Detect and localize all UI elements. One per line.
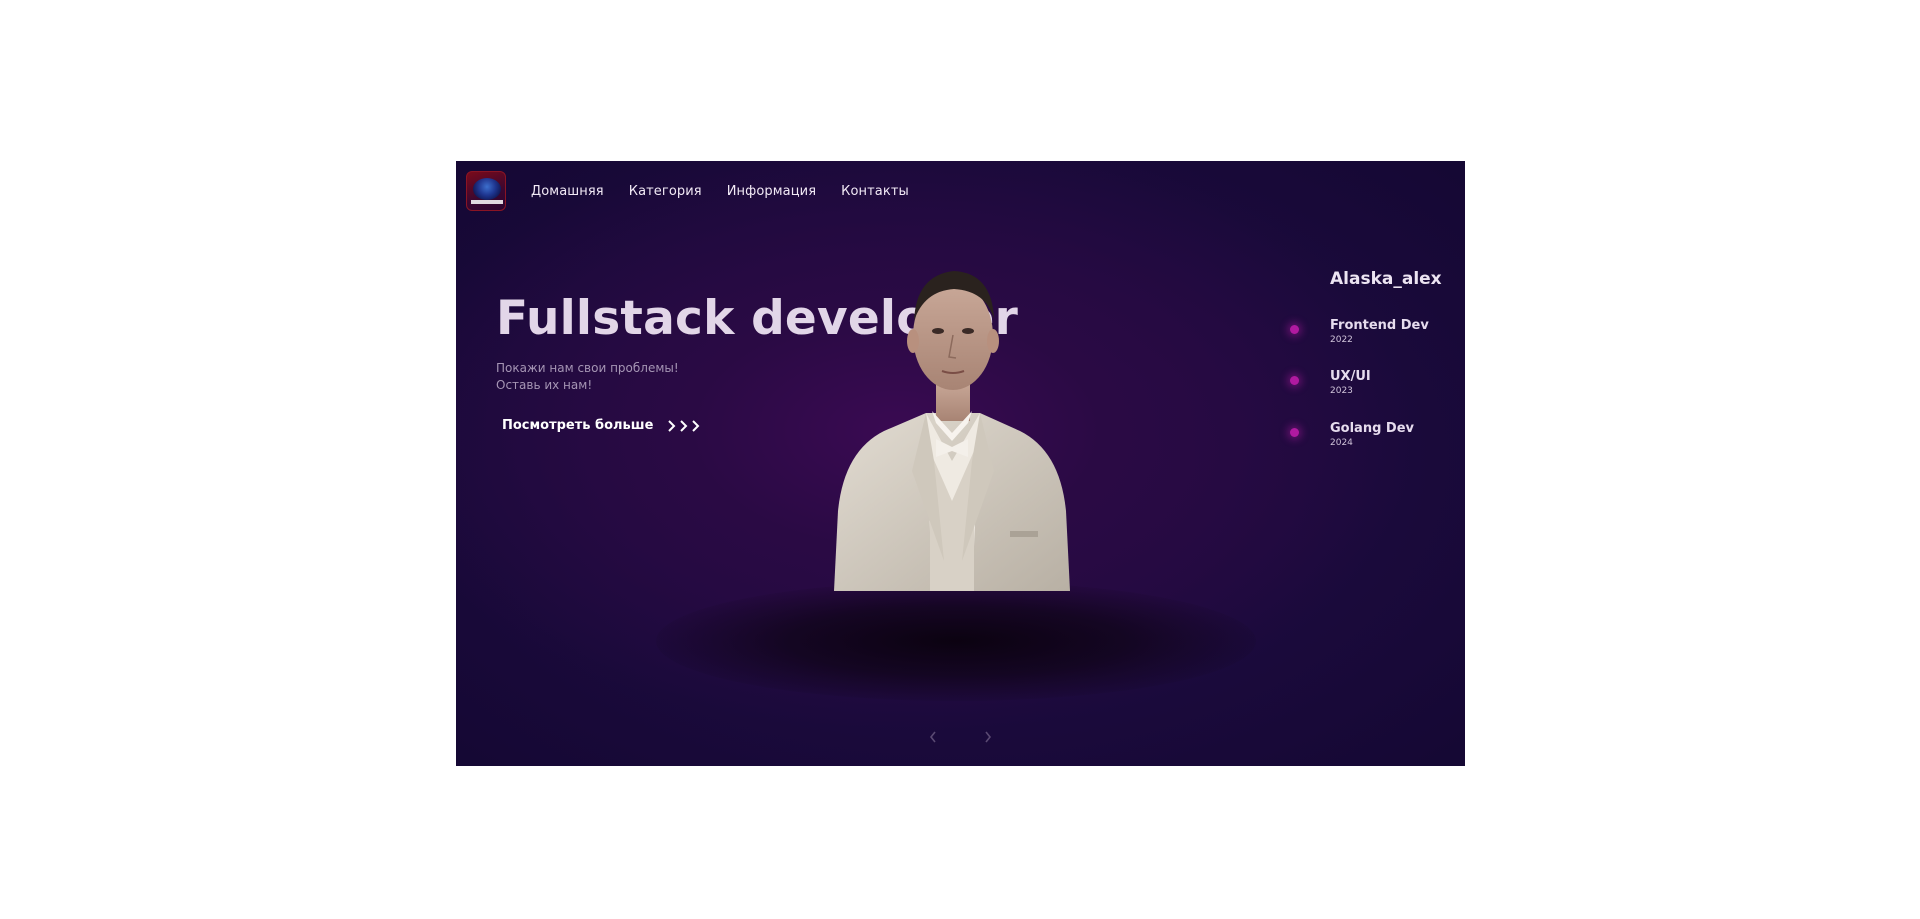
slider-next-button[interactable] [980, 729, 996, 745]
main-nav: Домашняя Категория Информация Контакты [531, 184, 909, 199]
profile-name: Alaska_alex [1330, 269, 1442, 289]
timeline-title: Golang Dev [1330, 421, 1414, 436]
timeline-year: 2023 [1330, 386, 1353, 396]
triple-chevron-right-icon [667, 419, 700, 432]
logo-emblem [473, 178, 501, 200]
hero-section: Домашняя Категория Информация Контакты F… [456, 161, 1465, 766]
nav-item-info[interactable]: Информация [727, 184, 816, 199]
nav-item-contacts[interactable]: Контакты [841, 184, 909, 199]
nav-item-home[interactable]: Домашняя [531, 184, 604, 199]
timeline-item: Frontend Dev 2022 [1290, 318, 1450, 348]
portrait-floor-shadow [656, 581, 1256, 701]
timeline-dot-icon [1290, 376, 1299, 385]
see-more-button[interactable]: Посмотреть больше [502, 418, 700, 433]
slider-prev-button[interactable] [925, 729, 941, 745]
timeline-dot-icon [1290, 428, 1299, 437]
timeline-title: UX/UI [1330, 369, 1371, 384]
hero-subtitle: Покажи нам свои проблемы! Оставь их нам! [496, 360, 679, 394]
see-more-label: Посмотреть больше [502, 418, 654, 433]
timeline-title: Frontend Dev [1330, 318, 1429, 333]
nav-item-category[interactable]: Категория [629, 184, 702, 199]
timeline-item: UX/UI 2023 [1290, 369, 1450, 399]
wolf-logo-icon[interactable] [466, 171, 506, 211]
timeline-item: Golang Dev 2024 [1290, 421, 1450, 451]
timeline-year: 2024 [1330, 438, 1353, 448]
timeline-dot-icon [1290, 325, 1299, 334]
chevron-left-icon [929, 731, 936, 743]
hero-subtitle-line-1: Покажи нам свои проблемы! [496, 361, 679, 375]
chevron-right-icon [985, 731, 992, 743]
logo-banner [471, 200, 503, 204]
developer-portrait [834, 271, 1070, 591]
hero-subtitle-line-2: Оставь их нам! [496, 378, 593, 392]
timeline-year: 2022 [1330, 335, 1353, 345]
